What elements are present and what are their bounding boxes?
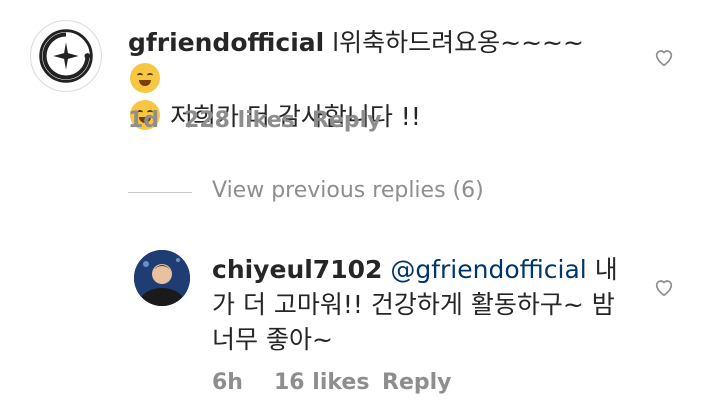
comment-time: 1d xyxy=(128,108,160,133)
comment-username[interactable]: gfriendofficial xyxy=(128,28,324,57)
view-previous-label[interactable]: View previous replies (6) xyxy=(212,178,484,203)
heart-icon[interactable] xyxy=(653,276,675,298)
reply-mention-link[interactable]: @gfriendofficial xyxy=(390,255,586,284)
reply-button[interactable]: Reply xyxy=(382,370,452,395)
reply-likes[interactable]: 16 likes xyxy=(274,370,369,395)
hugging-face-emoji-icon xyxy=(130,63,160,93)
reply-username[interactable]: chiyeul7102 xyxy=(212,255,382,284)
avatar[interactable] xyxy=(30,20,102,92)
reply-text: chiyeul7102 @gfriendofficial 내가 더 고마워!! … xyxy=(212,252,632,357)
reply-avatar[interactable] xyxy=(134,250,190,306)
profile-photo-icon xyxy=(134,250,190,306)
heart-icon[interactable] xyxy=(653,46,675,68)
divider-line xyxy=(128,192,192,193)
reply-time: 6h xyxy=(212,370,243,395)
gfriend-logo-icon xyxy=(39,29,93,83)
view-previous-replies[interactable]: View previous replies (6) xyxy=(128,178,488,208)
comment-likes[interactable]: 228 likes xyxy=(184,108,295,133)
reply-button[interactable]: Reply xyxy=(312,108,382,133)
comment-body-line1: l위축하드려요옹~~~~ xyxy=(332,28,584,57)
